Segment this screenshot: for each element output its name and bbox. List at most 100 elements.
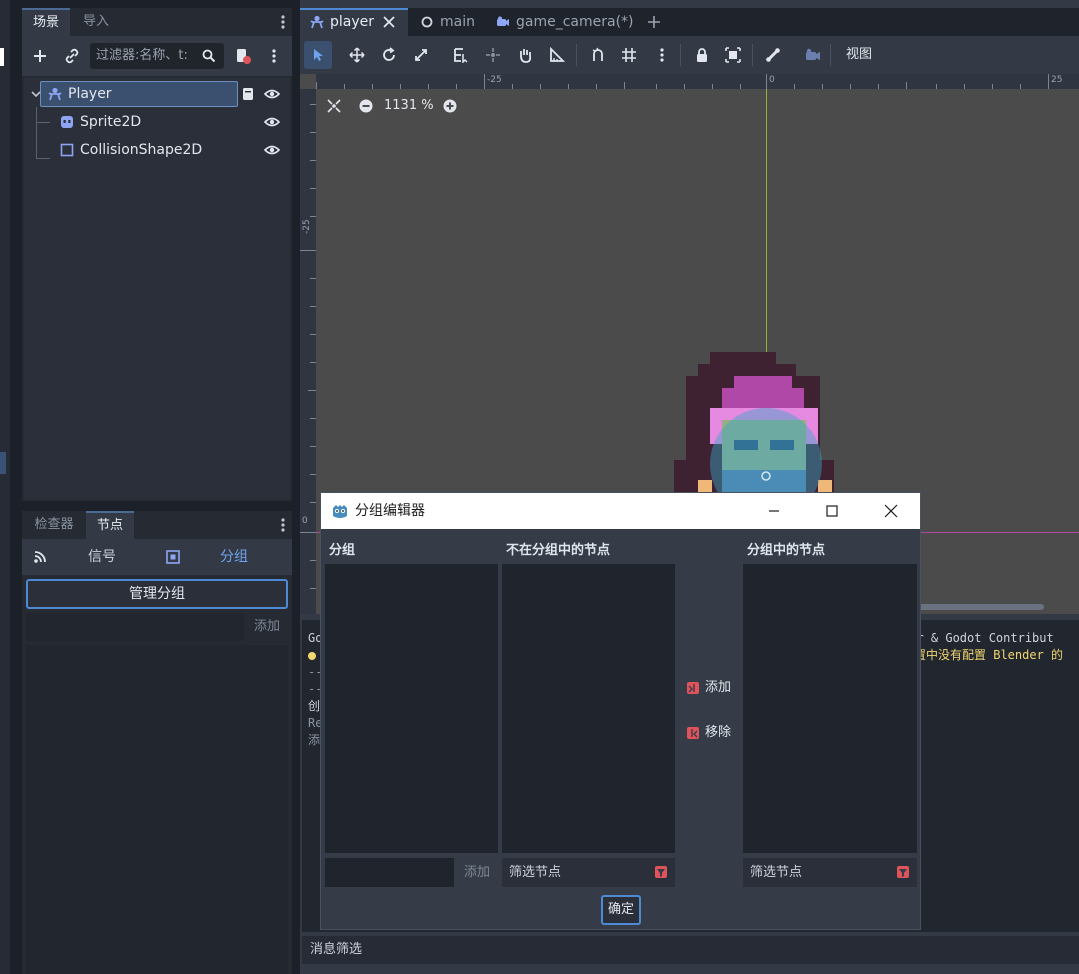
filter-icon	[896, 865, 910, 879]
groups-header: 分组	[329, 543, 356, 558]
scene-dock: 场景 导入 过滤器:名称、t: Player Sprite2D Collisio…	[22, 8, 292, 501]
log-line: zur & Godot Contribut	[902, 631, 1054, 645]
confirm-button[interactable]: 确定	[601, 895, 641, 925]
tab-player[interactable]: player	[300, 8, 408, 36]
filter-placeholder: 筛选节点	[509, 865, 562, 880]
minimize-icon[interactable]	[765, 503, 783, 519]
add-node-icon[interactable]	[30, 46, 50, 66]
scale-tool-icon[interactable]	[412, 46, 430, 64]
maximize-icon[interactable]	[823, 503, 841, 519]
lock-icon[interactable]	[693, 46, 711, 64]
zoom-out-icon[interactable]	[358, 98, 374, 114]
tree-label: CollisionShape2D	[80, 142, 203, 158]
camera-icon	[496, 15, 510, 29]
scene-tree: Player Sprite2D CollisionShape2D	[24, 78, 290, 499]
tab-node[interactable]: 节点	[86, 511, 134, 539]
dock-menu-icon[interactable]	[278, 14, 288, 30]
nodes-in-group-list[interactable]	[743, 564, 917, 853]
dock-menu-icon[interactable]	[278, 517, 288, 533]
add-to-group-button[interactable]: 添加	[685, 677, 737, 699]
not-in-group-header: 不在分组中的节点	[506, 543, 611, 558]
scene-tabs: player main game_camera(*)	[300, 8, 1079, 36]
filter-icon	[654, 865, 668, 879]
rotate-tool-icon[interactable]	[380, 46, 398, 64]
scene-menu-icon[interactable]	[266, 48, 282, 64]
ruler-label: 0	[769, 75, 775, 85]
group-select-icon[interactable]	[724, 46, 742, 64]
tab-main[interactable]: main	[412, 8, 486, 36]
groups-list	[26, 645, 288, 974]
add-group-button[interactable]: 添加	[254, 613, 280, 641]
message-filter-input[interactable]: 消息筛选	[302, 936, 1079, 964]
smart-snap-icon[interactable]	[590, 46, 608, 64]
tab-import[interactable]: 导入	[72, 8, 120, 36]
divider	[680, 44, 681, 66]
zoom-in-icon[interactable]	[442, 98, 458, 114]
search-icon	[202, 49, 216, 63]
dialog-titlebar[interactable]: 分组编辑器	[321, 493, 920, 529]
remove-from-group-button[interactable]: 移除	[685, 722, 737, 744]
bone-icon[interactable]	[764, 46, 782, 64]
node-mode-bar: 信号 分组	[22, 539, 292, 575]
list-select-icon[interactable]	[452, 46, 470, 64]
filter-not-in-group-input[interactable]: 筛选节点	[502, 858, 675, 887]
tree-row-collisionshape2d[interactable]: CollisionShape2D	[24, 137, 290, 163]
snap-menu-icon[interactable]	[654, 46, 670, 64]
left-edge-panel	[0, 0, 10, 974]
new-group-input[interactable]	[325, 858, 454, 887]
tab-game-camera[interactable]: game_camera(*)	[490, 8, 640, 36]
ruler-tool-icon[interactable]	[548, 46, 566, 64]
godot-logo-icon	[331, 502, 349, 520]
signals-tab[interactable]: 信号	[88, 539, 116, 575]
tree-row-sprite2d[interactable]: Sprite2D	[24, 109, 290, 135]
character-body-icon	[310, 15, 324, 29]
view-menu[interactable]: 视图	[846, 36, 872, 74]
pivot-tool-icon[interactable]	[484, 46, 502, 64]
center-view-icon[interactable]	[326, 98, 342, 114]
visibility-eye-icon[interactable]	[264, 86, 280, 102]
group-add-button[interactable]: 添加	[464, 858, 490, 887]
zoom-level[interactable]: 1131 %	[384, 98, 434, 114]
manage-groups-button[interactable]: 管理分组	[26, 579, 288, 609]
attach-script-icon[interactable]	[234, 46, 252, 66]
script-icon[interactable]	[240, 86, 256, 102]
group-name-input[interactable]	[26, 613, 244, 641]
visibility-eye-icon[interactable]	[264, 142, 280, 158]
camera-override-icon[interactable]	[804, 46, 822, 64]
add-node-to-group-icon	[685, 680, 701, 696]
divider	[830, 44, 831, 66]
select-tool-icon[interactable]	[304, 41, 332, 69]
canvas-scrollbar[interactable]	[918, 604, 1044, 610]
filter-in-group-input[interactable]: 筛选节点	[743, 858, 917, 887]
groups-tab[interactable]: 分组	[220, 539, 248, 575]
ruler-label: 0	[302, 516, 308, 526]
chevron-down-icon[interactable]	[30, 88, 42, 100]
signal-icon	[32, 549, 48, 565]
divider	[752, 44, 753, 66]
group-editor-dialog: 分组编辑器 分组 不在分组中的节点 分组中的节点 添加 移除 添加 筛选节点 筛…	[320, 492, 921, 930]
log-line: 添	[308, 733, 321, 747]
ruler-top: -25 0 25	[316, 74, 1079, 89]
close-icon[interactable]	[382, 15, 396, 29]
edge-marker	[0, 48, 4, 66]
log-line: 创	[308, 699, 321, 713]
tab-label: main	[440, 14, 475, 30]
grid-snap-icon[interactable]	[620, 46, 638, 64]
ruler-label: -25	[487, 75, 502, 85]
groups-list[interactable]	[325, 564, 498, 853]
visibility-eye-icon[interactable]	[264, 114, 280, 130]
character-body-icon	[48, 87, 62, 101]
nodes-not-in-group-list[interactable]	[502, 564, 675, 853]
close-icon[interactable]	[882, 503, 900, 519]
tab-scene[interactable]: 场景	[22, 8, 70, 36]
tree-row-player[interactable]: Player	[24, 81, 290, 107]
link-icon[interactable]	[62, 46, 82, 66]
move-tool-icon[interactable]	[348, 46, 366, 64]
groups-icon	[165, 549, 181, 565]
tab-inspector[interactable]: 检查器	[26, 511, 82, 539]
remove-node-from-group-icon	[685, 725, 701, 741]
pan-tool-icon[interactable]	[516, 46, 534, 64]
add-tab-icon[interactable]	[646, 14, 662, 30]
ruler-label: 25	[1051, 75, 1063, 85]
collision-shape-icon	[60, 143, 74, 157]
